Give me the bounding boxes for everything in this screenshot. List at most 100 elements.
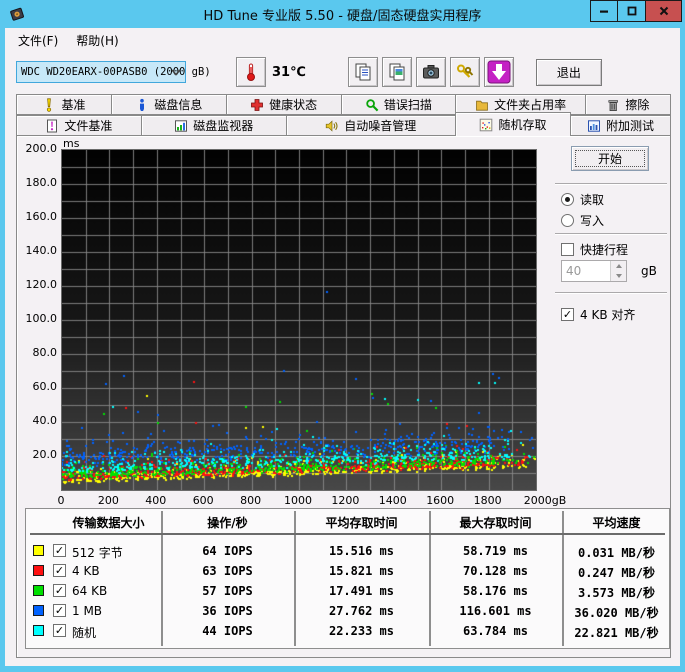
col-header-size: 传输数据大小	[72, 516, 145, 530]
thermometer-icon	[247, 63, 255, 81]
access-time-scatter-plot	[62, 150, 536, 490]
menu-bar: 文件(F) 帮助(H)	[5, 28, 680, 52]
spinner-up-button[interactable]	[611, 261, 626, 271]
tab-label: 磁盘信息	[154, 98, 203, 112]
col-header-max: 最大存取时间	[459, 516, 532, 530]
exit-button[interactable]: 退出	[535, 58, 602, 86]
tab-disk-info[interactable]: 磁盘信息	[111, 94, 227, 115]
spinner-down-button[interactable]	[611, 271, 626, 281]
magnifier-icon	[366, 98, 379, 111]
max-access-value: 63.784 ms	[462, 624, 529, 638]
menu-file[interactable]: 文件(F)	[9, 29, 67, 52]
max-access-value: 70.128 ms	[462, 564, 529, 578]
ops-value: 63 IOPS	[202, 564, 253, 578]
screenshot-button[interactable]	[415, 57, 446, 87]
random-access-page: ms 20.0 40.0 60.0 80.0 100.0 120.0 140.0 160.0 1…	[16, 135, 671, 658]
drive-select[interactable]: WDC WD20EARX-00PASB0 (2000 gB)	[16, 61, 211, 83]
close-button[interactable]	[646, 0, 682, 22]
menu-help[interactable]: 帮助(H)	[67, 29, 127, 52]
x-tick-label: 200	[97, 494, 119, 507]
separator	[555, 233, 667, 235]
tab-health[interactable]: 健康状态	[226, 94, 342, 115]
tab-row-1: 基准 磁盘信息 健康状态 错误扫描 文件夹占用率 擦除	[16, 94, 671, 115]
avg-speed-value: 22.821 MB/秒	[574, 626, 659, 640]
maximize-button[interactable]	[618, 0, 646, 22]
tab-file-benchmark[interactable]: 文件基准	[16, 115, 142, 136]
checkbox-checked-icon: ✓	[561, 308, 574, 321]
start-button[interactable]: 开始	[571, 146, 649, 171]
tab-strip: 基准 磁盘信息 健康状态 错误扫描 文件夹占用率 擦除 文件基准 磁盘监视器 自…	[16, 94, 671, 136]
tab-label: 文件夹占用率	[494, 98, 567, 112]
series-color-swatch	[33, 545, 44, 556]
avg-speed-value: 36.020 MB/秒	[574, 606, 659, 620]
align-4kb-label: 4 KB 对齐	[580, 308, 636, 322]
series-checkbox[interactable]: ✓	[53, 624, 66, 637]
tab-label: 健康状态	[269, 98, 318, 112]
temperature-button[interactable]	[236, 57, 266, 87]
short-stroke-unit: gB	[641, 264, 657, 278]
y-tick-label: 140.0	[25, 244, 58, 257]
update-button[interactable]	[483, 57, 514, 87]
table-row: ✓ 1 MB 36 IOPS 27.762 ms 116.601 ms 36.0…	[26, 601, 669, 621]
toolbar: WDC WD20EARX-00PASB0 (2000 gB) 31℃ 退出	[5, 52, 680, 92]
file-benchmark-icon	[47, 119, 58, 132]
temperature-value: 31℃	[272, 64, 306, 80]
tab-aam[interactable]: 自动噪音管理	[286, 115, 456, 136]
read-option[interactable]: 读取	[561, 191, 604, 208]
tab-extra-tests[interactable]: 附加测试	[570, 115, 671, 136]
tab-label: 擦除	[625, 98, 650, 112]
series-color-swatch	[33, 565, 44, 576]
tab-benchmark[interactable]: 基准	[16, 94, 112, 115]
trash-icon	[608, 99, 619, 111]
copy-text-icon	[355, 63, 371, 81]
series-checkbox[interactable]: ✓	[53, 544, 66, 557]
y-tick-label: 40.0	[32, 414, 58, 427]
col-header-avg: 平均存取时间	[325, 516, 398, 530]
tab-label: 随机存取	[498, 118, 547, 132]
short-stroke-option[interactable]: 快捷行程	[561, 241, 628, 258]
register-button[interactable]	[449, 57, 480, 87]
write-label: 写入	[580, 214, 605, 228]
camera-icon	[422, 65, 439, 79]
write-option[interactable]: 写入	[561, 212, 604, 229]
tab-label: 磁盘监视器	[193, 119, 254, 133]
app-window: HD Tune 专业版 5.50 - 硬盘/固态硬盘实用程序 文件(F) 帮助(	[0, 0, 685, 672]
ops-value: 64 IOPS	[202, 544, 253, 558]
series-checkbox[interactable]: ✓	[53, 564, 66, 577]
y-tick-label: 20.0	[32, 448, 58, 461]
y-tick-label: 180.0	[25, 176, 58, 189]
series-checkbox[interactable]: ✓	[53, 604, 66, 617]
table-row: ✓ 4 KB 63 IOPS 15.821 ms 70.128 ms 0.247…	[26, 561, 669, 581]
x-tick-label: 400	[145, 494, 167, 507]
align-4kb-option[interactable]: ✓ 4 KB 对齐	[561, 306, 635, 323]
close-icon	[659, 6, 668, 16]
extra-tests-icon	[587, 119, 600, 132]
minimize-button[interactable]	[590, 0, 618, 22]
copy-text-button[interactable]	[347, 57, 378, 87]
short-stroke-label: 快捷行程	[580, 243, 629, 257]
info-icon	[140, 98, 145, 111]
maximize-icon	[627, 6, 636, 16]
tab-row-2: 文件基准 磁盘监视器 自动噪音管理 随机存取 附加测试	[16, 112, 671, 136]
copy-image-button[interactable]	[381, 57, 412, 87]
avg-access-value: 17.491 ms	[328, 584, 395, 598]
tab-error-scan[interactable]: 错误扫描	[341, 94, 457, 115]
x-tick-label: 1800	[473, 494, 502, 507]
y-tick-label: 80.0	[32, 346, 58, 359]
radio-unselected-icon	[561, 214, 574, 227]
table-row: ✓ 随机 44 IOPS 22.233 ms 63.784 ms 22.821 …	[26, 621, 669, 641]
tab-erase[interactable]: 擦除	[585, 94, 671, 115]
client-area: 文件(F) 帮助(H) WDC WD20EARX-00PASB0 (2000 g…	[5, 28, 680, 666]
col-header-ops: 操作/秒	[207, 516, 248, 530]
x-tick-label: 1200	[331, 494, 360, 507]
x-tick-label: 800	[240, 494, 262, 507]
results-table: 传输数据大小 操作/秒 平均存取时间 最大存取时间 平均速度 ✓ 512 字节 …	[25, 508, 670, 649]
chevron-down-icon	[171, 69, 181, 76]
tab-random-access[interactable]: 随机存取	[455, 112, 571, 136]
series-checkbox[interactable]: ✓	[53, 584, 66, 597]
minimize-icon	[600, 10, 608, 13]
short-stroke-spinner[interactable]: 40	[561, 260, 627, 282]
tab-disk-monitor[interactable]: 磁盘监视器	[141, 115, 287, 136]
series-label: 64 KB	[72, 584, 108, 598]
health-cross-icon	[251, 98, 264, 111]
